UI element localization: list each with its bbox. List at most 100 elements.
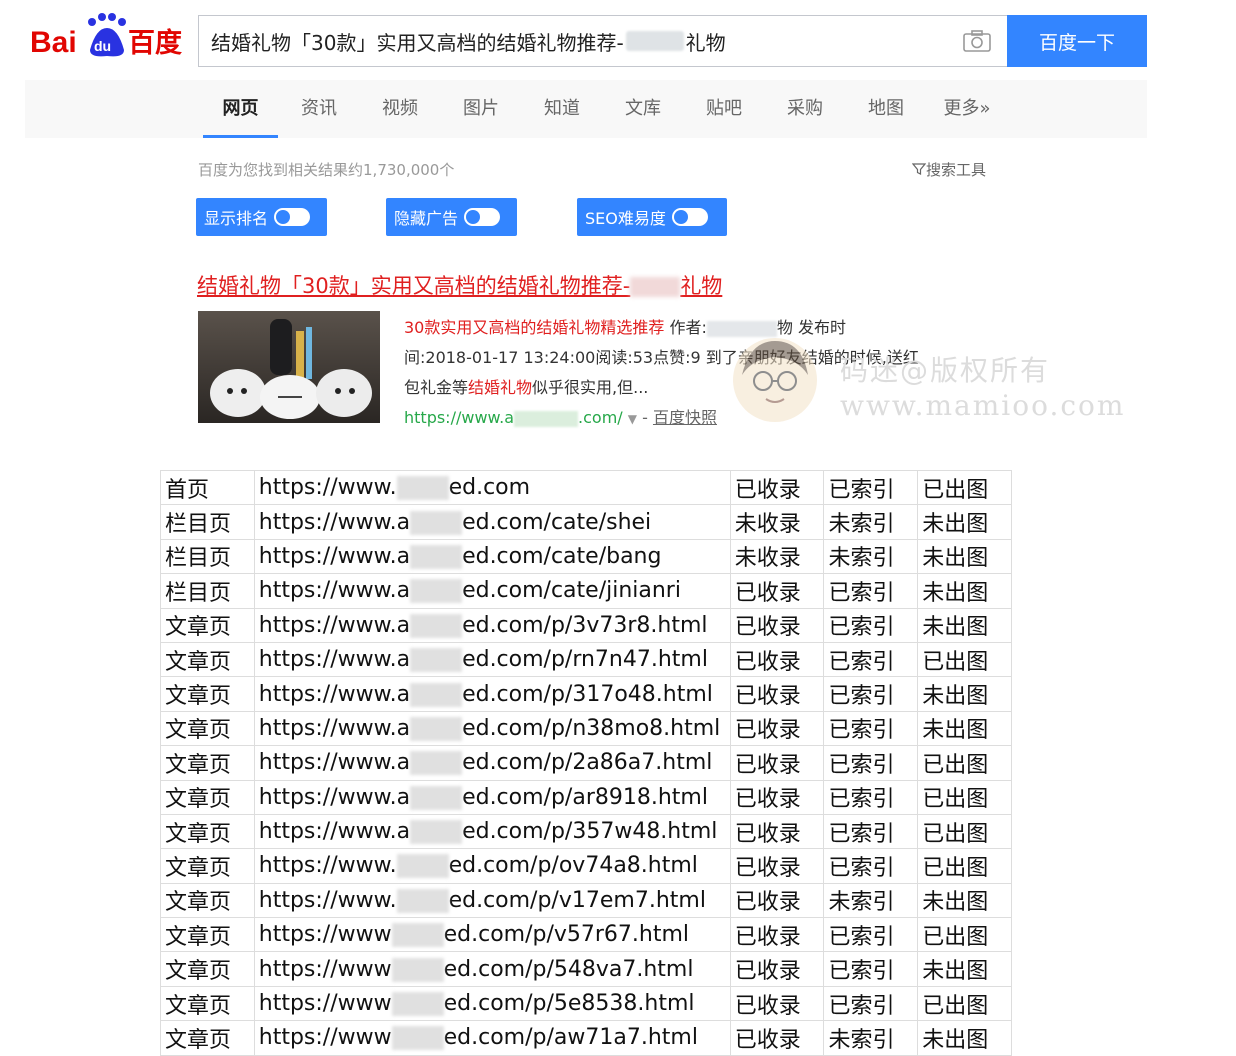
included-status-cell: 已收录: [729, 882, 825, 919]
query-text-end: 礼物: [685, 30, 726, 55]
table-row: 文章页 https://www. ed.com/p/v17em7.html 已收录 未索…: [160, 882, 1012, 919]
table-row: 文章页 https://www.a ed.com/p/3v73r8.html 已收录已…: [160, 607, 1012, 643]
url-text-start: https://www.: [258, 853, 397, 879]
blurred-domain: [410, 544, 463, 569]
toggle-hide-ads[interactable]: 隐藏广告: [386, 198, 517, 236]
url-status-table: 首页 https://www. ed.com 已收录 已索引 已出图 栏目页 https://…: [160, 469, 1012, 1056]
search-box[interactable]: 结婚礼物「30款」实用又高档的结婚礼物推荐- 礼物: [198, 15, 1008, 67]
table-row: 文章页 https://www. ed.com/p/ov74a8.html 已收录 已索…: [160, 848, 1012, 884]
url-text-end: ed.com/p/aw71a7.html: [443, 1025, 698, 1051]
page-type-cell: 文章页: [160, 882, 255, 919]
toggle-seo-difficulty[interactable]: SEO难易度: [577, 198, 727, 236]
url-cell: https://www.a ed.com/p/n38mo8.html: [253, 710, 731, 747]
blurred-domain: [391, 1026, 444, 1051]
url-text-start: https://www: [258, 922, 392, 948]
url-cell: https://www.a ed.com/p/3v73r8.html: [253, 607, 731, 643]
url-cell: https://www ed.com/p/548va7.html: [253, 951, 731, 987]
url-cell: https://www. ed.com/p/ov74a8.html: [253, 848, 731, 884]
url-cell: https://www ed.com/p/aw71a7.html: [253, 1020, 731, 1056]
toggle-seo-label: SEO难易度: [585, 209, 666, 228]
result-url[interactable]: https://www.a: [404, 408, 514, 427]
included-status-cell: 已收录: [729, 641, 825, 678]
included-status-cell: 已收录: [729, 848, 825, 884]
table-row: 文章页 https://www.a ed.com/p/357w48.html 已收录已…: [160, 813, 1012, 850]
camera-icon[interactable]: [962, 29, 992, 53]
blurred-domain: [396, 476, 449, 501]
url-cell: https://www. ed.com: [253, 469, 731, 506]
indexed-status-cell: 已索引: [823, 813, 919, 850]
url-cell: https://www. ed.com/p/v17em7.html: [253, 882, 731, 919]
url-text-start: https://www.a: [258, 612, 411, 638]
table-row: 文章页 https://www.a ed.com/p/ar8918.html 已收录已…: [160, 779, 1012, 815]
indexed-status-cell: 已索引: [823, 848, 919, 884]
url-text-start: https://www.: [258, 475, 397, 501]
image-status-cell: 已出图: [917, 848, 1012, 884]
blurred-domain: [410, 751, 463, 776]
baidu-logo[interactable]: Bai du 百度: [30, 10, 190, 62]
search-button[interactable]: 百度一下: [1007, 15, 1147, 67]
tab-images[interactable]: 图片: [453, 80, 509, 138]
search-tools-button[interactable]: 搜索工具: [911, 159, 986, 180]
table-row: 文章页 https://www ed.com/p/5e8538.html 已收录 已索引…: [160, 985, 1012, 1022]
result-abstract: 30款实用又高档的结婚礼物精选推荐 作者: 物 发布时 间:2018-01-17 …: [404, 313, 1004, 434]
page-type-cell: 文章页: [160, 951, 255, 987]
included-status-cell: 已收录: [729, 469, 825, 506]
indexed-status-cell: 已索引: [823, 951, 919, 987]
tab-web[interactable]: 网页: [203, 80, 278, 138]
abstract-text-tail: 似乎很实用,但...: [532, 378, 649, 397]
indexed-status-cell: 已索引: [823, 641, 919, 678]
table-row: 文章页 https://www ed.com/p/v57r67.html 已收录 已索引…: [160, 917, 1012, 953]
tab-bar: 网页 资讯 视频 图片 知道 文库 贴吧 采购 地图 更多»: [25, 80, 1147, 138]
blurred-url: [514, 410, 579, 427]
tab-news[interactable]: 资讯: [291, 80, 347, 138]
toggle-hide-ads-label: 隐藏广告: [394, 209, 459, 228]
indexed-status-cell: 已索引: [823, 985, 919, 1022]
url-cell: https://www.a ed.com/p/ar8918.html: [253, 779, 731, 815]
snapshot-link[interactable]: 百度快照: [653, 408, 717, 427]
url-text-end: ed.com/p/3v73r8.html: [462, 612, 708, 638]
result-title-link[interactable]: 结婚礼物「30款」实用又高档的结婚礼物推荐- 礼物: [197, 270, 722, 300]
result-thumbnail[interactable]: [198, 311, 380, 423]
dropdown-arrow-icon[interactable]: ▼: [628, 412, 637, 426]
tab-zhidao[interactable]: 知道: [534, 80, 590, 138]
tab-more[interactable]: 更多»: [935, 80, 999, 138]
image-status-cell: 未出图: [917, 1020, 1012, 1056]
abstract-line-2: 间:2018-01-17 13:24:00阅读:53点赞:9 到了亲朋好友结婚的…: [404, 348, 919, 367]
search-input[interactable]: 结婚礼物「30款」实用又高档的结婚礼物推荐- 礼物: [199, 16, 962, 66]
url-text-end: ed.com/p/v17em7.html: [448, 887, 706, 913]
result-title-end: 礼物: [680, 274, 723, 298]
included-status-cell: 已收录: [729, 985, 825, 1022]
tab-video[interactable]: 视频: [372, 80, 428, 138]
url-text-end: ed.com/p/n38mo8.html: [462, 715, 721, 741]
image-status-cell: 未出图: [917, 951, 1012, 987]
tab-map[interactable]: 地图: [858, 80, 914, 138]
url-text-end: ed.com/cate/shei: [462, 509, 652, 535]
tab-wenku[interactable]: 文库: [615, 80, 671, 138]
result-url-end[interactable]: .com/: [578, 408, 623, 427]
url-text-start: https://www.a: [258, 750, 411, 776]
included-status-cell: 未收录: [729, 538, 825, 575]
filter-icon: [911, 163, 927, 175]
url-text-start: https://www.a: [258, 681, 411, 707]
svg-text:百度: 百度: [128, 27, 182, 59]
blurred-domain: [410, 716, 463, 741]
included-status-cell: 已收录: [729, 676, 825, 712]
included-status-cell: 已收录: [729, 917, 825, 953]
indexed-status-cell: 未索引: [823, 1020, 919, 1056]
indexed-status-cell: 已索引: [823, 607, 919, 643]
image-status-cell: 已出图: [917, 917, 1012, 953]
url-text-end: ed.com/p/v57r67.html: [443, 922, 690, 948]
toggle-show-rank[interactable]: 显示排名: [196, 198, 327, 236]
table-row: 文章页 https://www.a ed.com/p/2a86a7.html 已收录已…: [160, 745, 1012, 781]
tab-tieba[interactable]: 贴吧: [696, 80, 752, 138]
page-type-cell: 文章页: [160, 848, 255, 884]
page-type-cell: 文章页: [160, 1020, 255, 1056]
tab-purchase[interactable]: 采购: [777, 80, 833, 138]
url-cell: https://www.a ed.com/cate/bang: [253, 538, 731, 575]
toggle-show-rank-label: 显示排名: [204, 209, 269, 228]
url-text-start: https://www: [258, 1025, 392, 1051]
abstract-author-tail: 物 发布时: [776, 318, 846, 337]
blurred-domain: [410, 682, 463, 707]
page-type-cell: 文章页: [160, 676, 255, 712]
url-cell: https://www ed.com/p/5e8538.html: [253, 985, 731, 1022]
